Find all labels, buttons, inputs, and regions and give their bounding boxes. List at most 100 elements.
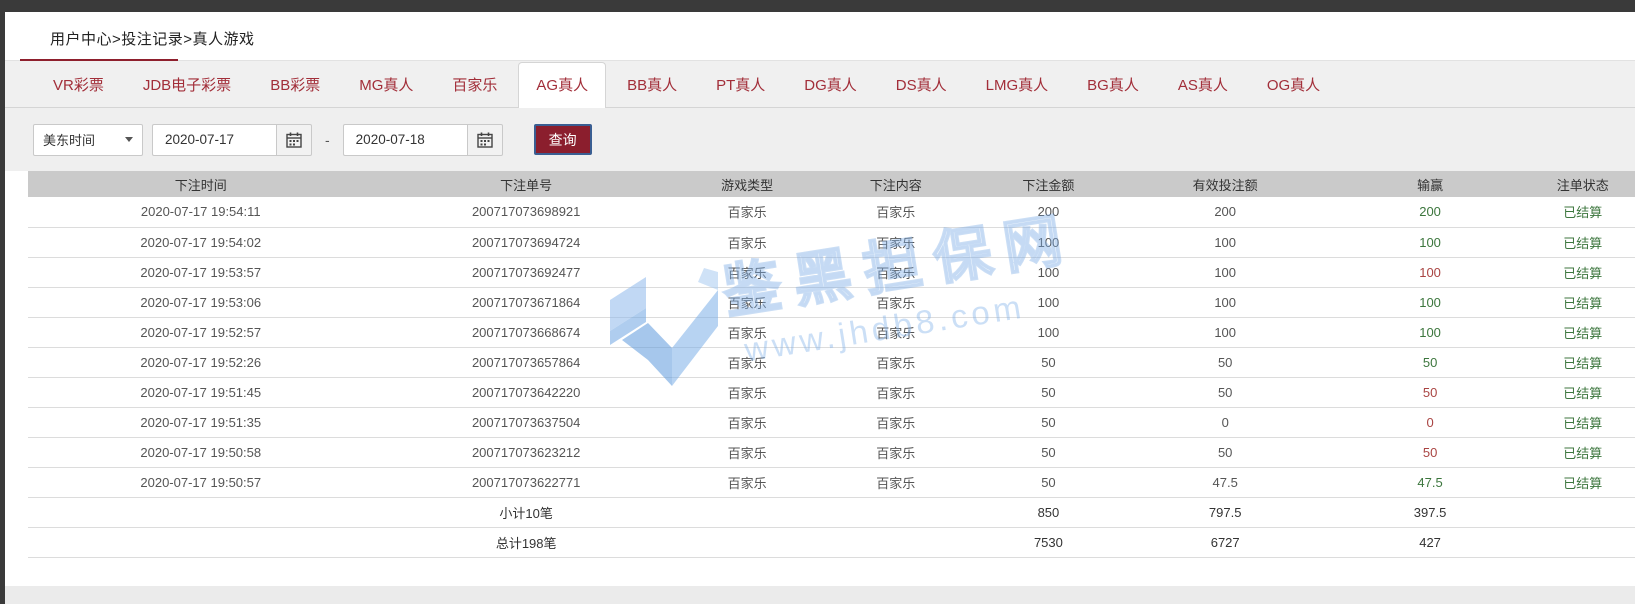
cell-time: 2020-07-17 19:53:06 [28, 287, 374, 317]
cell-amount: 200 [976, 197, 1121, 227]
header-cell-3: 下注内容 [815, 171, 976, 197]
tab-4[interactable]: 百家乐 [434, 62, 515, 108]
date-to-input[interactable] [343, 124, 467, 156]
cell-amount: 50 [976, 377, 1121, 407]
table-row: 2020-07-17 19:52:26200717073657864百家乐百家乐… [28, 347, 1635, 377]
subtotal-row: 小计10笔850797.5397.5 [28, 497, 1635, 527]
cell-order: 小计10笔 [374, 497, 679, 527]
cell-content: 百家乐 [815, 407, 976, 437]
cell-valid: 47.5 [1121, 467, 1330, 497]
cell-winloss: 100 [1330, 317, 1531, 347]
cell-game: 百家乐 [679, 317, 816, 347]
tab-5[interactable]: AG真人 [518, 62, 606, 108]
cell-order: 200717073694724 [374, 227, 679, 257]
cell-order: 200717073668674 [374, 317, 679, 347]
table-row: 2020-07-17 19:53:57200717073692477百家乐百家乐… [28, 257, 1635, 287]
cell-amount: 850 [976, 497, 1121, 527]
cell-winloss: 47.5 [1330, 467, 1531, 497]
breadcrumb-row: 用户中心>投注记录>真人游戏 [5, 12, 1635, 61]
table-row: 2020-07-17 19:52:57200717073668674百家乐百家乐… [28, 317, 1635, 347]
header-cell-6: 输赢 [1330, 171, 1531, 197]
cell-game: 百家乐 [679, 377, 816, 407]
cell-time: 2020-07-17 19:53:57 [28, 257, 374, 287]
cell-status [1531, 527, 1635, 557]
cell-amount: 50 [976, 437, 1121, 467]
cell-valid: 50 [1121, 437, 1330, 467]
cell-winloss: 100 [1330, 257, 1531, 287]
cell-time: 2020-07-17 19:51:35 [28, 407, 374, 437]
cell-amount: 100 [976, 257, 1121, 287]
cell-content: 百家乐 [815, 257, 976, 287]
table-row: 2020-07-17 19:51:35200717073637504百家乐百家乐… [28, 407, 1635, 437]
cell-game: 百家乐 [679, 437, 816, 467]
cell-content: 百家乐 [815, 467, 976, 497]
tab-0[interactable]: VR彩票 [35, 62, 122, 108]
cell-game [679, 527, 816, 557]
tab-1[interactable]: JDB电子彩票 [125, 62, 249, 108]
date-from-input[interactable] [152, 124, 276, 156]
header-cell-2: 游戏类型 [679, 171, 816, 197]
cell-status: 已结算 [1531, 377, 1635, 407]
tab-8[interactable]: DG真人 [786, 62, 875, 108]
cell-amount: 100 [976, 287, 1121, 317]
cell-winloss: 50 [1330, 377, 1531, 407]
table-row: 2020-07-17 19:50:57200717073622771百家乐百家乐… [28, 467, 1635, 497]
cell-order: 200717073692477 [374, 257, 679, 287]
cell-order: 200717073657864 [374, 347, 679, 377]
total-row: 总计198笔75306727427 [28, 527, 1635, 557]
header-cell-7: 注单状态 [1531, 171, 1635, 197]
tab-13[interactable]: OG真人 [1249, 62, 1338, 108]
calendar-icon [477, 132, 493, 148]
cell-time [28, 497, 374, 527]
cell-valid: 50 [1121, 377, 1330, 407]
date-from-group [152, 124, 312, 156]
tab-2[interactable]: BB彩票 [252, 62, 338, 108]
cell-content: 百家乐 [815, 347, 976, 377]
cell-game: 百家乐 [679, 467, 816, 497]
cell-winloss: 200 [1330, 197, 1531, 227]
cell-status: 已结算 [1531, 197, 1635, 227]
cell-status: 已结算 [1531, 287, 1635, 317]
tab-11[interactable]: BG真人 [1069, 62, 1157, 108]
cell-status: 已结算 [1531, 347, 1635, 377]
cell-time: 2020-07-17 19:54:02 [28, 227, 374, 257]
cell-status [1531, 497, 1635, 527]
cell-game: 百家乐 [679, 287, 816, 317]
cell-game: 百家乐 [679, 257, 816, 287]
search-button[interactable]: 查询 [534, 124, 592, 155]
tab-7[interactable]: PT真人 [698, 62, 783, 108]
timezone-select[interactable]: 美东时间 [33, 124, 143, 156]
cell-valid: 100 [1121, 227, 1330, 257]
cell-status: 已结算 [1531, 317, 1635, 347]
date-from-calendar-button[interactable] [276, 124, 312, 156]
cell-status: 已结算 [1531, 407, 1635, 437]
cell-valid: 797.5 [1121, 497, 1330, 527]
tab-6[interactable]: BB真人 [609, 62, 695, 108]
cell-amount: 7530 [976, 527, 1121, 557]
cell-content [815, 527, 976, 557]
bets-table: 下注时间下注单号游戏类型下注内容下注金额有效投注额输赢注单状态 2020-07-… [28, 171, 1635, 558]
cell-content: 百家乐 [815, 197, 976, 227]
date-to-calendar-button[interactable] [467, 124, 503, 156]
cell-amount: 100 [976, 317, 1121, 347]
table-header-row: 下注时间下注单号游戏类型下注内容下注金额有效投注额输赢注单状态 [28, 171, 1635, 197]
cell-valid: 50 [1121, 347, 1330, 377]
tab-10[interactable]: LMG真人 [968, 62, 1067, 108]
cell-content: 百家乐 [815, 227, 976, 257]
cell-status: 已结算 [1531, 257, 1635, 287]
cell-game: 百家乐 [679, 347, 816, 377]
header-cell-5: 有效投注额 [1121, 171, 1330, 197]
filter-bar: 美东时间 - [5, 108, 1635, 171]
tab-12[interactable]: AS真人 [1160, 62, 1246, 108]
cell-time: 2020-07-17 19:52:57 [28, 317, 374, 347]
tab-9[interactable]: DS真人 [878, 62, 965, 108]
cell-amount: 50 [976, 467, 1121, 497]
cell-game: 百家乐 [679, 227, 816, 257]
header-cell-1: 下注单号 [374, 171, 679, 197]
tab-3[interactable]: MG真人 [341, 62, 431, 108]
header-cell-0: 下注时间 [28, 171, 374, 197]
table-row: 2020-07-17 19:54:02200717073694724百家乐百家乐… [28, 227, 1635, 257]
cell-status: 已结算 [1531, 467, 1635, 497]
cell-amount: 50 [976, 347, 1121, 377]
table-row: 2020-07-17 19:53:06200717073671864百家乐百家乐… [28, 287, 1635, 317]
